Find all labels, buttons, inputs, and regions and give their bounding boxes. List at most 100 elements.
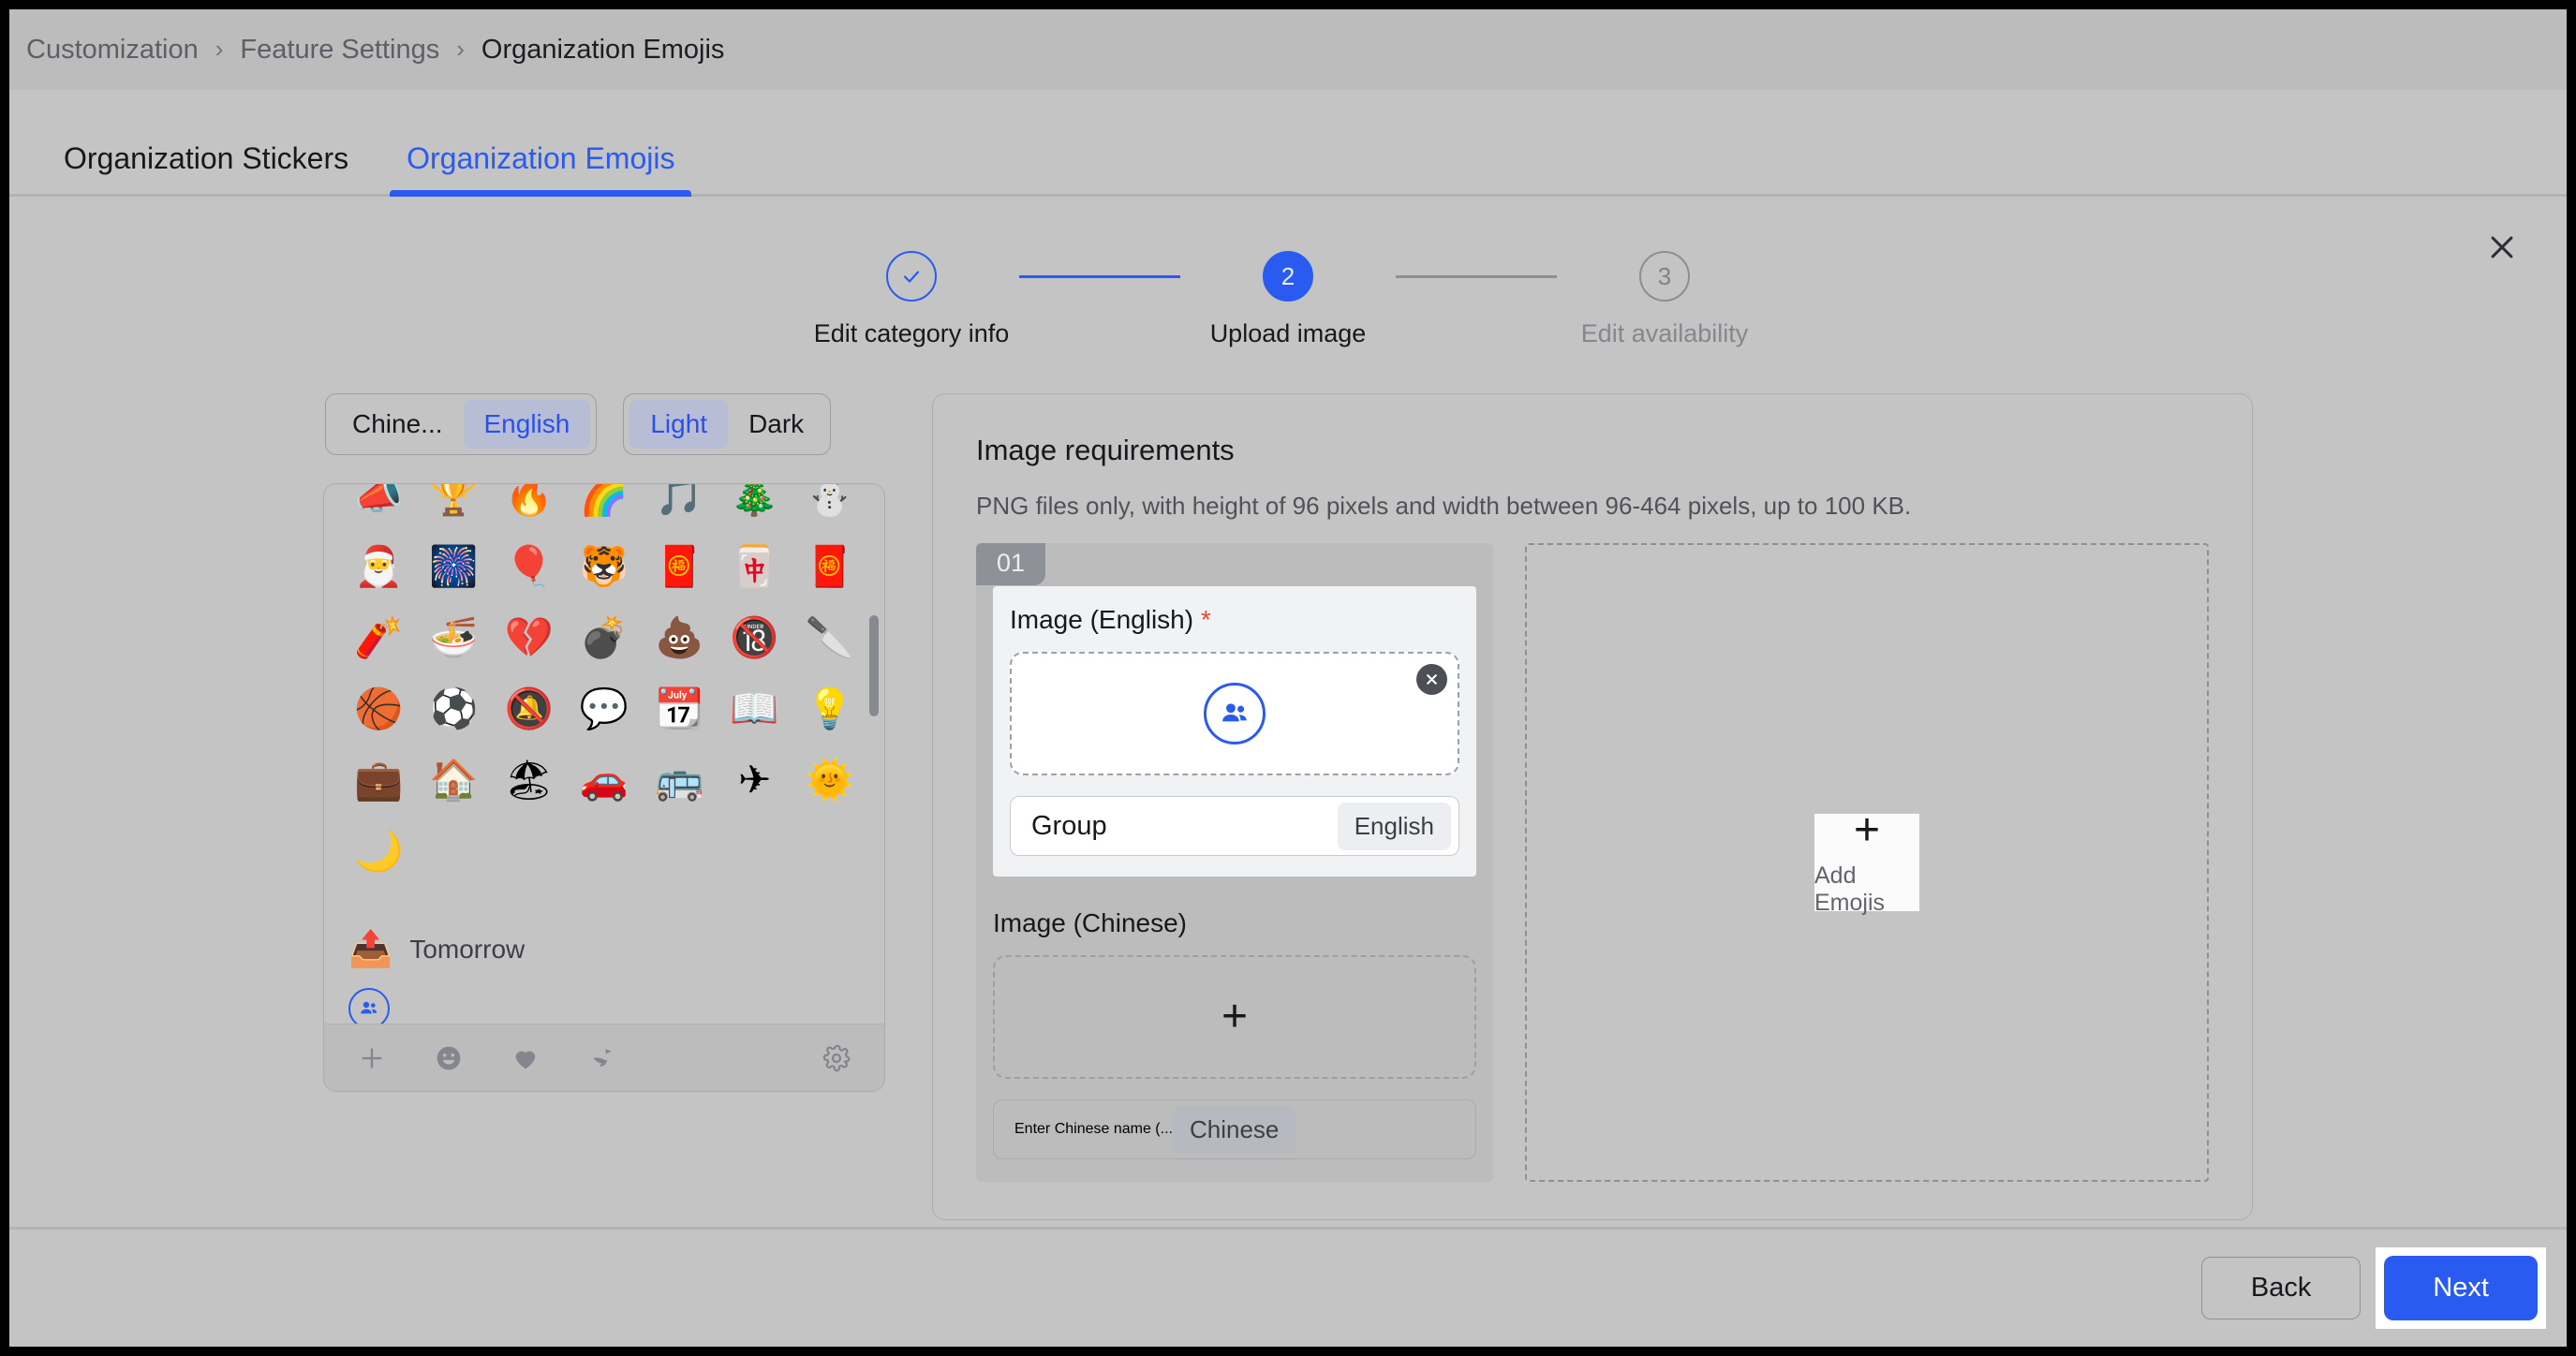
- add-emojis-button[interactable]: + Add Emojis: [1814, 808, 1919, 916]
- emoji-cell[interactable]: 📖: [717, 677, 792, 741]
- emoji-cell[interactable]: 🏆: [416, 484, 491, 527]
- emoji-cell[interactable]: 💣: [567, 606, 642, 670]
- emoji-cell[interactable]: 🎆: [416, 535, 491, 598]
- breadcrumb-item-organization-emojis: Organization Emojis: [481, 34, 725, 65]
- group-icon[interactable]: [348, 988, 390, 1024]
- language-option-chinese[interactable]: Chine...: [332, 400, 464, 449]
- emoji-cell[interactable]: 🎵: [642, 484, 717, 527]
- emoji-cell[interactable]: 📆: [642, 677, 717, 741]
- language-toggle: Chine... English: [325, 393, 598, 455]
- step-edit-category-info[interactable]: Edit category info: [804, 251, 1019, 348]
- step-label-3: Edit availability: [1580, 319, 1749, 347]
- emoji-cell[interactable]: 🔥: [492, 484, 567, 527]
- theme-option-light[interactable]: Light: [629, 400, 729, 449]
- emoji-cell[interactable]: 🏖: [492, 748, 567, 812]
- requirements-panel: Image requirements PNG files only, with …: [932, 393, 2253, 1220]
- chinese-image-label: Image (Chinese): [993, 908, 1187, 937]
- breadcrumb-separator-icon: ›: [456, 35, 465, 63]
- dialog-footer: Back Next: [9, 1227, 2567, 1347]
- send-icon: 📤: [348, 930, 393, 969]
- dialog-body: Chine... English Light Dark 📣 🏆 🔥 🌈 🎵 🎄 ⛄ 🎅 🎆 🎈 🐯 🧧…: [9, 348, 2567, 1220]
- step-marker-2: 2: [1263, 251, 1313, 302]
- back-button[interactable]: Back: [2200, 1257, 2361, 1319]
- emoji-cell[interactable]: 💼: [341, 748, 416, 812]
- emoji-cell[interactable]: 🧨: [341, 606, 416, 670]
- emoji-cell[interactable]: 🚗: [567, 748, 642, 812]
- emoji-cell[interactable]: 🎈: [492, 535, 567, 598]
- emoji-cell[interactable]: 💔: [492, 606, 567, 670]
- emoji-cell[interactable]: 🎅: [341, 535, 416, 598]
- english-image-dropzone[interactable]: [1010, 652, 1459, 775]
- emoji-cell[interactable]: 🚌: [642, 748, 717, 812]
- scrollbar[interactable]: [869, 615, 879, 1016]
- emoji-cell[interactable]: 💩: [642, 606, 717, 670]
- sticker-icon[interactable]: [581, 1037, 624, 1080]
- recent-entry[interactable]: 📤 Tomorrow: [341, 932, 867, 967]
- step-marker-3: 3: [1639, 251, 1690, 302]
- english-image-section: Image (English) * Group English: [993, 586, 1476, 877]
- emoji-cell[interactable]: 🐯: [567, 535, 642, 598]
- breadcrumb-separator-icon: ›: [215, 35, 224, 63]
- theme-option-dark[interactable]: Dark: [728, 400, 824, 449]
- recent-label: Tomorrow: [409, 935, 526, 964]
- chinese-lang-tag: Chinese: [1172, 1105, 1296, 1154]
- required-marker: *: [1200, 605, 1211, 634]
- emoji-cell[interactable]: 💬: [567, 677, 642, 741]
- step-label-1: Edit category info: [813, 319, 1010, 347]
- tab-bar: Organization Stickers Organization Emoji…: [9, 90, 2567, 197]
- emoji-cell[interactable]: 💡: [792, 677, 867, 741]
- step-edit-availability[interactable]: 3 Edit availability: [1557, 251, 1772, 348]
- emoji-cell[interactable]: 🌙: [341, 819, 416, 883]
- card-index-badge: 01: [976, 543, 1046, 585]
- emoji-cell[interactable]: 🧧: [642, 535, 717, 598]
- breadcrumb-item-feature-settings[interactable]: Feature Settings: [240, 35, 439, 66]
- group-icon: [1204, 683, 1266, 744]
- breadcrumb: Customization › Feature Settings › Organ…: [9, 9, 2567, 90]
- heart-icon[interactable]: [504, 1037, 547, 1080]
- upload-card: 01 Image (English) * Group English Image…: [976, 543, 1493, 1182]
- emoji-cell[interactable]: 🏀: [341, 677, 416, 741]
- emoji-cell[interactable]: 🌈: [567, 484, 642, 527]
- emoji-scroll-area: 📣 🏆 🔥 🌈 🎵 🎄 ⛄ 🎅 🎆 🎈 🐯 🧧 🀄 🧧 🧨 🍜 💔 💣 💩 🔞 🔪 🏀 ⚽ 🔕 💬 📆 📖 💡 💼 🏠 🏖 🚗 🚌 ✈ 🌞 🌙 📤 T…: [324, 484, 884, 1024]
- english-name-input[interactable]: Group English: [1010, 796, 1459, 856]
- tab-organization-stickers[interactable]: Organization Stickers: [47, 141, 365, 197]
- emoji-grid: 📣 🏆 🔥 🌈 🎵 🎄 ⛄ 🎅 🎆 🎈 🐯 🧧 🀄 🧧 🧨 🍜 💔 💣 💩 🔞 🔪 🏀 ⚽ 🔕 💬 📆 📖 💡 💼 🏠 🏖 🚗 🚌 ✈ 🌞 🌙: [341, 484, 867, 883]
- tab-organization-emojis[interactable]: Organization Emojis: [390, 141, 692, 197]
- english-image-label: Image (English) *: [1010, 605, 1459, 635]
- plus-icon[interactable]: [350, 1037, 393, 1080]
- emoji-cell[interactable]: ⛄: [792, 484, 867, 527]
- preview-toggles: Chine... English Light Dark: [323, 393, 885, 455]
- smiley-icon[interactable]: [427, 1037, 470, 1080]
- upload-dialog: Edit category info 2 Upload image 3 Edit…: [9, 197, 2567, 1347]
- close-icon[interactable]: [2477, 222, 2527, 273]
- scrollbar-thumb[interactable]: [869, 615, 879, 716]
- emoji-cell[interactable]: 🧧: [792, 535, 867, 598]
- emoji-cell[interactable]: 🏠: [416, 748, 491, 812]
- add-emojis-panel: + Add Emojis: [1525, 543, 2209, 1182]
- emoji-cell[interactable]: 🔪: [792, 606, 867, 670]
- emoji-cell[interactable]: ⚽: [416, 677, 491, 741]
- emoji-cell[interactable]: ✈: [717, 748, 792, 812]
- breadcrumb-item-customization[interactable]: Customization: [26, 35, 199, 66]
- language-option-english[interactable]: English: [463, 400, 591, 449]
- chinese-image-dropzone[interactable]: +: [993, 955, 1476, 1079]
- next-button[interactable]: Next: [2384, 1256, 2538, 1320]
- close-circle-icon[interactable]: [1416, 664, 1447, 695]
- preview-column: Chine... English Light Dark 📣 🏆 🔥 🌈 🎵 🎄 ⛄ 🎅 🎆 🎈 🐯 🧧…: [323, 393, 885, 1220]
- emoji-cell[interactable]: 🎄: [717, 484, 792, 527]
- step-connector-1: [1019, 275, 1180, 278]
- step-indicator: Edit category info 2 Upload image 3 Edit…: [9, 197, 2567, 348]
- emoji-cell[interactable]: 🔞: [717, 606, 792, 670]
- emoji-cell[interactable]: 🌞: [792, 748, 867, 812]
- chinese-name-placeholder: Enter Chinese name (...: [1014, 1121, 1173, 1137]
- emoji-cell[interactable]: 📣: [341, 484, 416, 527]
- emoji-preview-panel: 📣 🏆 🔥 🌈 🎵 🎄 ⛄ 🎅 🎆 🎈 🐯 🧧 🀄 🧧 🧨 🍜 💔 💣 💩 🔞 🔪 🏀 ⚽ 🔕 💬 📆 📖 💡 💼 🏠 🏖 🚗 🚌 ✈ 🌞 🌙 📤 T…: [323, 483, 885, 1092]
- step-upload-image[interactable]: 2 Upload image: [1180, 251, 1396, 348]
- emoji-cell[interactable]: 🀄: [717, 535, 792, 598]
- gear-icon[interactable]: [815, 1037, 858, 1080]
- next-button-highlight: Next: [2376, 1247, 2546, 1329]
- emoji-cell[interactable]: 🍜: [416, 606, 491, 670]
- emoji-cell[interactable]: 🔕: [492, 677, 567, 741]
- chinese-name-input[interactable]: Enter Chinese name (... Chinese: [993, 1099, 1476, 1159]
- step-marker-1: [886, 251, 937, 302]
